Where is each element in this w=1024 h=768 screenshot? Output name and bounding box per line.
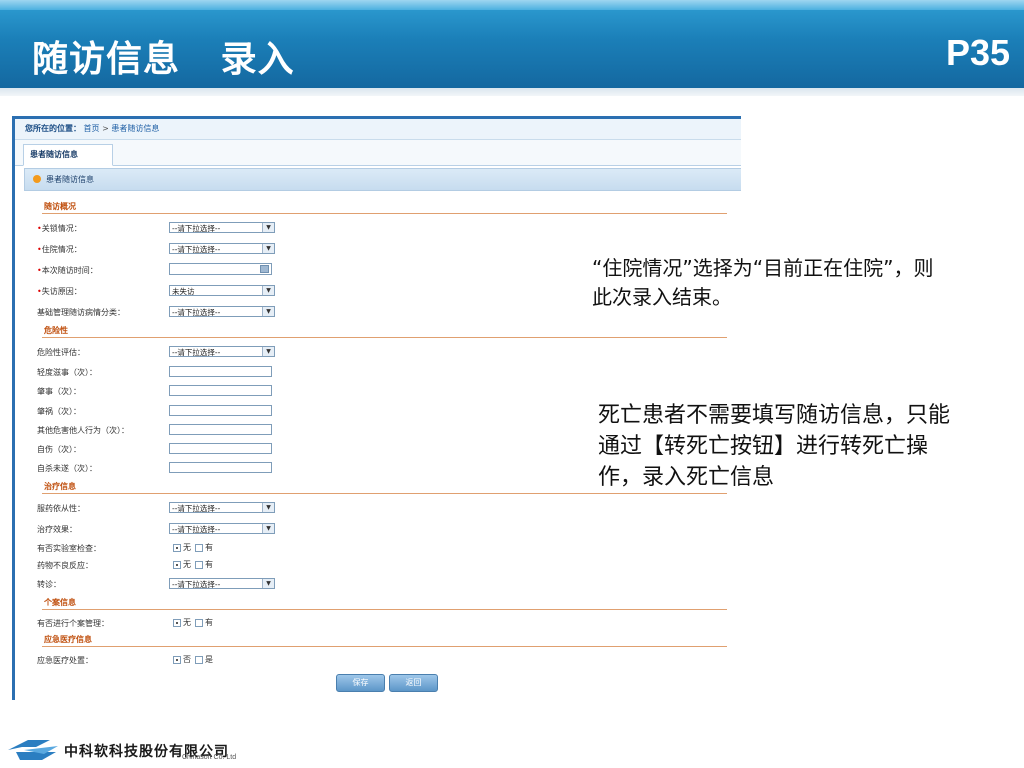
- breadcrumb-home-link[interactable]: 首页: [84, 124, 100, 133]
- case-mgmt-radio-group: 无有: [173, 617, 217, 628]
- section-divider: [42, 493, 727, 494]
- tab-bar: 患者随访信息: [15, 140, 741, 166]
- basic-mgmt-select[interactable]: --请下拉选择-- ▼: [169, 306, 275, 317]
- disaster-input[interactable]: [169, 405, 272, 416]
- slide-header: 随访信息 录入 P35: [0, 0, 1024, 88]
- annotation-death-patients: 死亡患者不需要填写随访信息，只能通过【转死亡按钮】进行转死亡操作，录入死亡信息: [598, 403, 951, 490]
- breadcrumb: 您所在的位置： 首页 > 患者随访信息: [15, 119, 741, 140]
- breadcrumb-current[interactable]: 患者随访信息: [111, 124, 159, 133]
- emergency-care-label: 应急医疗处置：: [37, 656, 93, 665]
- case-mgmt-label: 有否进行个案管理：: [37, 619, 109, 628]
- back-button[interactable]: 返回: [389, 674, 438, 692]
- effect-select[interactable]: --请下拉选择-- ▼: [169, 523, 275, 534]
- disaster-label: 肇祸（次）：: [37, 407, 81, 416]
- radio-no[interactable]: [173, 655, 181, 664]
- chevron-down-icon: ▼: [262, 347, 274, 356]
- company-name-en: Chinasoft Co. Ltd: [182, 754, 237, 761]
- visit-time-date-input[interactable]: [169, 263, 272, 275]
- header-shine: [0, 0, 1024, 10]
- radio-yes[interactable]: [195, 655, 203, 664]
- section-divider: [42, 213, 727, 214]
- calendar-icon[interactable]: [260, 265, 269, 273]
- save-button[interactable]: 保存: [336, 674, 385, 692]
- chevron-down-icon: ▼: [262, 503, 274, 512]
- risk-assess-label: 危险性评估：: [37, 348, 85, 357]
- risk-assess-select[interactable]: --请下拉选择-- ▼: [169, 346, 275, 357]
- compliance-select[interactable]: --请下拉选择-- ▼: [169, 502, 275, 513]
- basic-mgmt-label: 基础管理随访病情分类：: [37, 308, 125, 317]
- effect-label: 治疗效果：: [37, 525, 77, 534]
- lab-check-label: 有否实验室检查：: [37, 544, 101, 553]
- section-title-emergency: 应急医疗信息: [44, 635, 92, 644]
- section-divider: [42, 646, 727, 647]
- miss-reason-select[interactable]: 未失访 ▼: [169, 285, 275, 296]
- lock-status-select[interactable]: --请下拉选择-- ▼: [169, 222, 275, 233]
- harm-others-input[interactable]: [169, 424, 272, 435]
- slide-title: 随访信息 录入: [32, 39, 295, 80]
- breadcrumb-label: 您所在的位置：: [25, 124, 81, 133]
- radio-no[interactable]: [173, 543, 181, 552]
- chevron-down-icon: ▼: [262, 524, 274, 533]
- trouble-input[interactable]: [169, 385, 272, 396]
- section-title-visit-overview: 随访概况: [44, 202, 76, 211]
- adverse-radio-group: 无有: [173, 559, 217, 570]
- visit-time-label: •本次随访时间：: [37, 266, 98, 275]
- suicide-attempt-label: 自杀未遂（次）：: [37, 464, 97, 473]
- radio-no[interactable]: [173, 560, 181, 569]
- emergency-care-radio-group: 否是: [173, 654, 217, 665]
- lab-check-radio-group: 无有: [173, 542, 217, 553]
- radio-yes[interactable]: [195, 618, 203, 627]
- minor-trouble-label: 轻度滋事（次）：: [37, 368, 97, 377]
- section-divider: [42, 337, 727, 338]
- page-number: P35: [945, 32, 1010, 73]
- panel-header: 患者随访信息: [24, 168, 741, 191]
- header-divider: [0, 88, 1024, 96]
- section-title-risk: 危险性: [44, 326, 68, 335]
- tab-patient-followup[interactable]: 患者随访信息: [23, 144, 113, 166]
- minor-trouble-input[interactable]: [169, 366, 272, 377]
- trouble-label: 肇事（次）：: [37, 387, 81, 396]
- hospital-status-select[interactable]: --请下拉选择-- ▼: [169, 243, 275, 254]
- radio-yes[interactable]: [195, 543, 203, 552]
- referral-label: 转诊：: [37, 580, 61, 589]
- miss-reason-label: •失访原因：: [37, 287, 82, 296]
- compliance-label: 服药依从性：: [37, 504, 85, 513]
- breadcrumb-separator: >: [102, 124, 112, 133]
- chevron-down-icon: ▼: [262, 307, 274, 316]
- referral-select[interactable]: --请下拉选择-- ▼: [169, 578, 275, 589]
- radio-no[interactable]: [173, 618, 181, 627]
- chevron-down-icon: ▼: [262, 579, 274, 588]
- section-divider: [42, 609, 727, 610]
- section-title-treatment: 治疗信息: [44, 482, 76, 491]
- self-harm-label: 自伤（次）：: [37, 445, 81, 454]
- company-logo-icon: [8, 740, 58, 760]
- chevron-down-icon: ▼: [262, 223, 274, 232]
- annotation-hospital-status: “住院情况”选择为“目前正在住院”，则此次录入结束。: [592, 256, 934, 309]
- self-harm-input[interactable]: [169, 443, 272, 454]
- panel-bullet-icon: [33, 174, 41, 183]
- suicide-attempt-input[interactable]: [169, 462, 272, 473]
- chevron-down-icon: ▼: [262, 244, 274, 253]
- section-title-case: 个案信息: [44, 598, 76, 607]
- adverse-label: 药物不良反应：: [37, 561, 93, 570]
- hospital-status-label: •住院情况：: [37, 245, 82, 254]
- lock-status-label: •关锁情况：: [37, 224, 82, 233]
- chevron-down-icon: ▼: [262, 286, 274, 295]
- radio-yes[interactable]: [195, 560, 203, 569]
- frame-left-border: [12, 116, 15, 700]
- panel-title: 患者随访信息: [46, 175, 94, 184]
- harm-others-label: 其他危害他人行为（次）：: [37, 426, 129, 435]
